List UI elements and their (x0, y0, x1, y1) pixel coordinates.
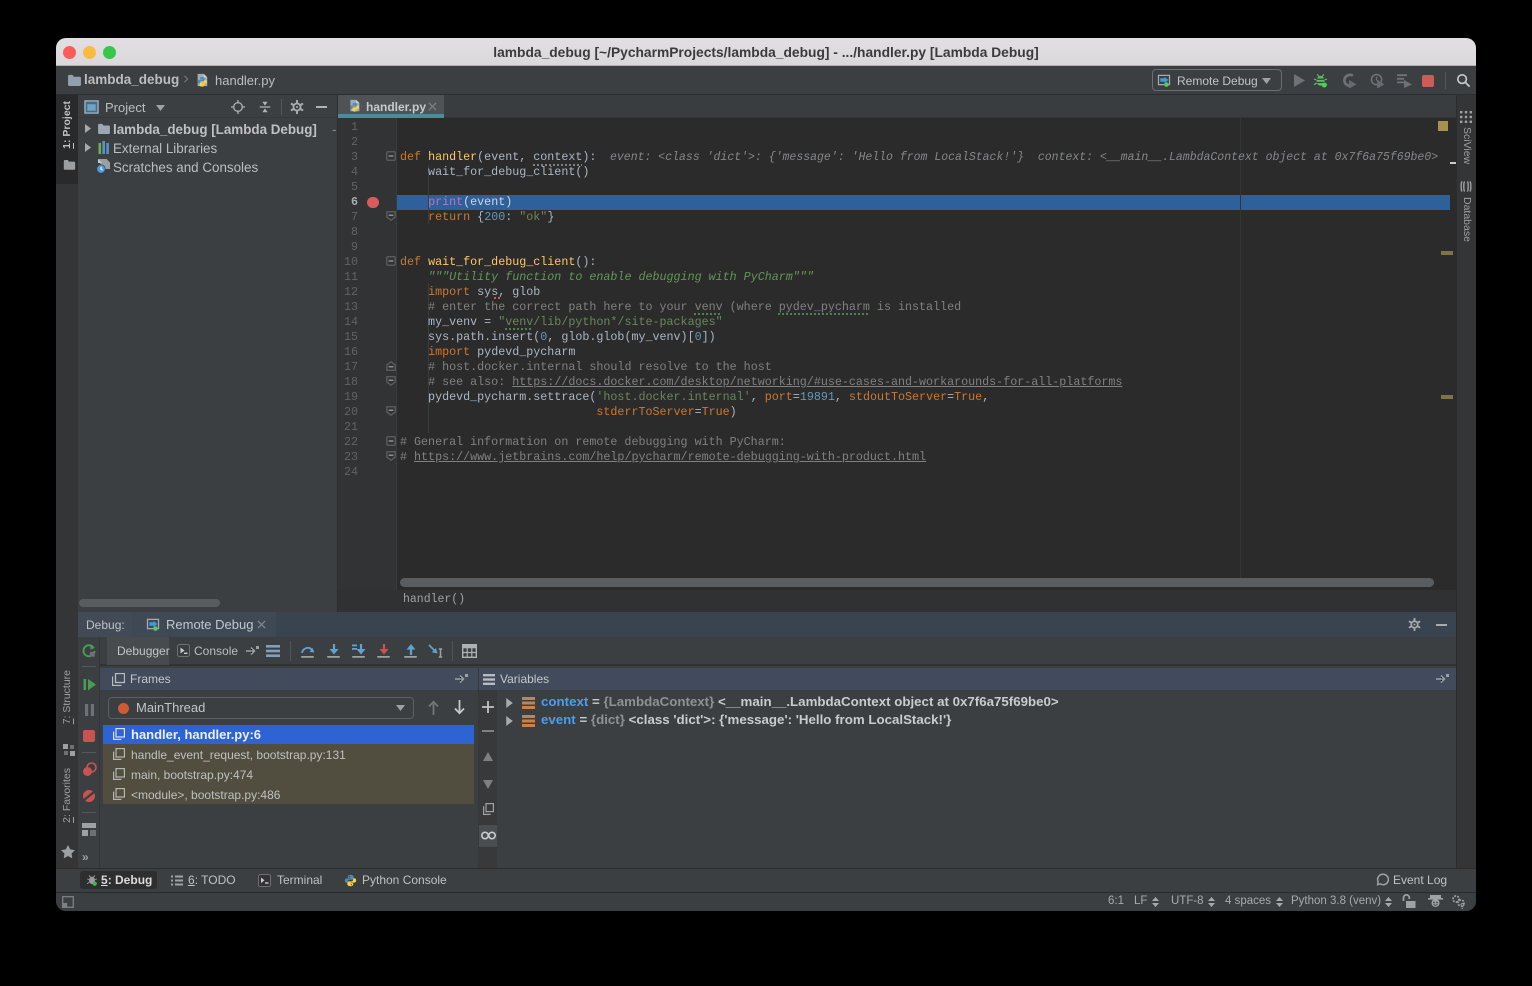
svg-text:?: ? (1460, 902, 1465, 909)
